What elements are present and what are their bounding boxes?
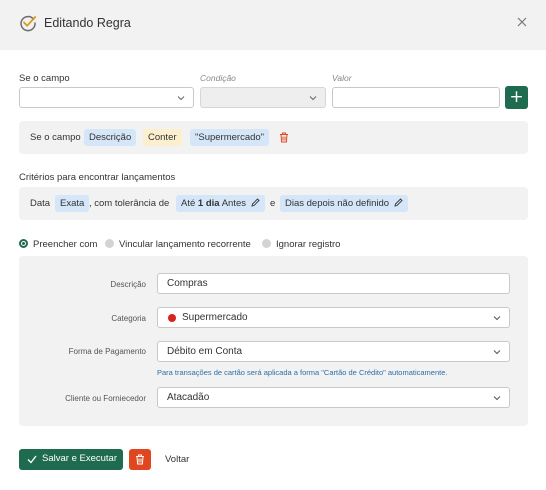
chevron-down-icon — [309, 96, 317, 101]
rule-value-chip[interactable]: "Supermercado" — [190, 129, 270, 146]
before-tolerance-chip[interactable]: Até 1 dia Antes — [176, 195, 265, 212]
save-and-run-button[interactable]: Salvar e Executar — [19, 449, 123, 470]
radio-fill[interactable] — [19, 239, 28, 248]
delete-button[interactable] — [129, 449, 151, 470]
rule-condition-chip[interactable]: Conter — [143, 129, 182, 146]
before-suffix: Antes — [221, 198, 246, 209]
pencil-icon — [251, 198, 260, 207]
criteria-title: Critérios para encontrar lançamentos — [19, 172, 176, 183]
after-tolerance-chip[interactable]: Dias depois não definido — [280, 195, 409, 212]
client-select[interactable]: Atacadão — [157, 387, 510, 408]
plus-icon: + — [509, 87, 524, 107]
field-label: Se o campo — [19, 73, 70, 84]
save-and-run-label: Salvar e Executar — [42, 453, 117, 464]
back-link[interactable]: Voltar — [165, 454, 189, 465]
condition-label: Condição — [200, 73, 236, 83]
trash-icon[interactable] — [279, 132, 289, 143]
chevron-down-icon — [177, 96, 185, 101]
after-text: Dias depois não definido — [285, 198, 390, 209]
rule-prefix: Se o campo — [30, 132, 81, 143]
client-value: Atacadão — [167, 392, 210, 403]
modal-title: Editando Regra — [44, 16, 131, 30]
check-icon — [27, 455, 37, 464]
close-icon[interactable] — [516, 16, 528, 28]
trash-icon — [136, 454, 144, 465]
value-label: Valor — [332, 73, 352, 83]
criteria-panel: Data Exata , com tolerância de Até 1 dia… — [19, 187, 528, 220]
before-amount: 1 dia — [197, 198, 220, 209]
add-condition-button[interactable]: + — [505, 86, 528, 109]
modal-header: Editando Regra — [0, 0, 546, 50]
category-color-dot — [168, 314, 176, 322]
field-select[interactable] — [19, 87, 194, 108]
chevron-down-icon — [493, 396, 501, 401]
date-mode-chip[interactable]: Exata — [55, 195, 90, 212]
payment-value: Débito em Conta — [167, 346, 243, 357]
category-value: Supermercado — [182, 312, 248, 323]
client-label: Cliente ou Forniecedor — [65, 394, 146, 403]
description-label: Descrição — [110, 280, 146, 289]
criteria-joiner: e — [270, 198, 276, 209]
radio-fill-label[interactable]: Preencher com — [33, 239, 97, 250]
description-input[interactable]: Compras — [157, 273, 510, 294]
description-value: Compras — [167, 278, 208, 289]
criteria-date-label: Data — [30, 198, 51, 209]
rule-summary: Se o campo Descrição Conter "Supermercad… — [19, 121, 528, 154]
before-prefix: Até — [181, 198, 196, 209]
category-select[interactable]: Supermercado — [157, 307, 510, 328]
check-circle-icon — [20, 15, 37, 32]
chevron-down-icon — [493, 316, 501, 321]
payment-hint: Para transações de cartão será aplicada … — [157, 368, 448, 377]
radio-link-recurring[interactable] — [105, 239, 114, 248]
radio-link-recurring-label[interactable]: Vincular lançamento recorrente — [119, 239, 251, 250]
value-input[interactable] — [332, 87, 500, 108]
chevron-down-icon — [493, 350, 501, 355]
fill-panel: Descrição Compras Categoria Supermercado… — [19, 256, 528, 426]
payment-select[interactable]: Débito em Conta — [157, 341, 510, 362]
radio-ignore-label[interactable]: Ignorar registro — [276, 239, 340, 250]
radio-ignore[interactable] — [262, 239, 271, 248]
pencil-icon — [394, 198, 403, 207]
payment-label: Forma de Pagamento — [68, 347, 146, 356]
rule-field-chip[interactable]: Descrição — [84, 129, 137, 146]
tolerance-text: , com tolerância de — [89, 198, 170, 209]
category-label: Categoria — [111, 314, 146, 323]
condition-select[interactable] — [200, 87, 326, 108]
